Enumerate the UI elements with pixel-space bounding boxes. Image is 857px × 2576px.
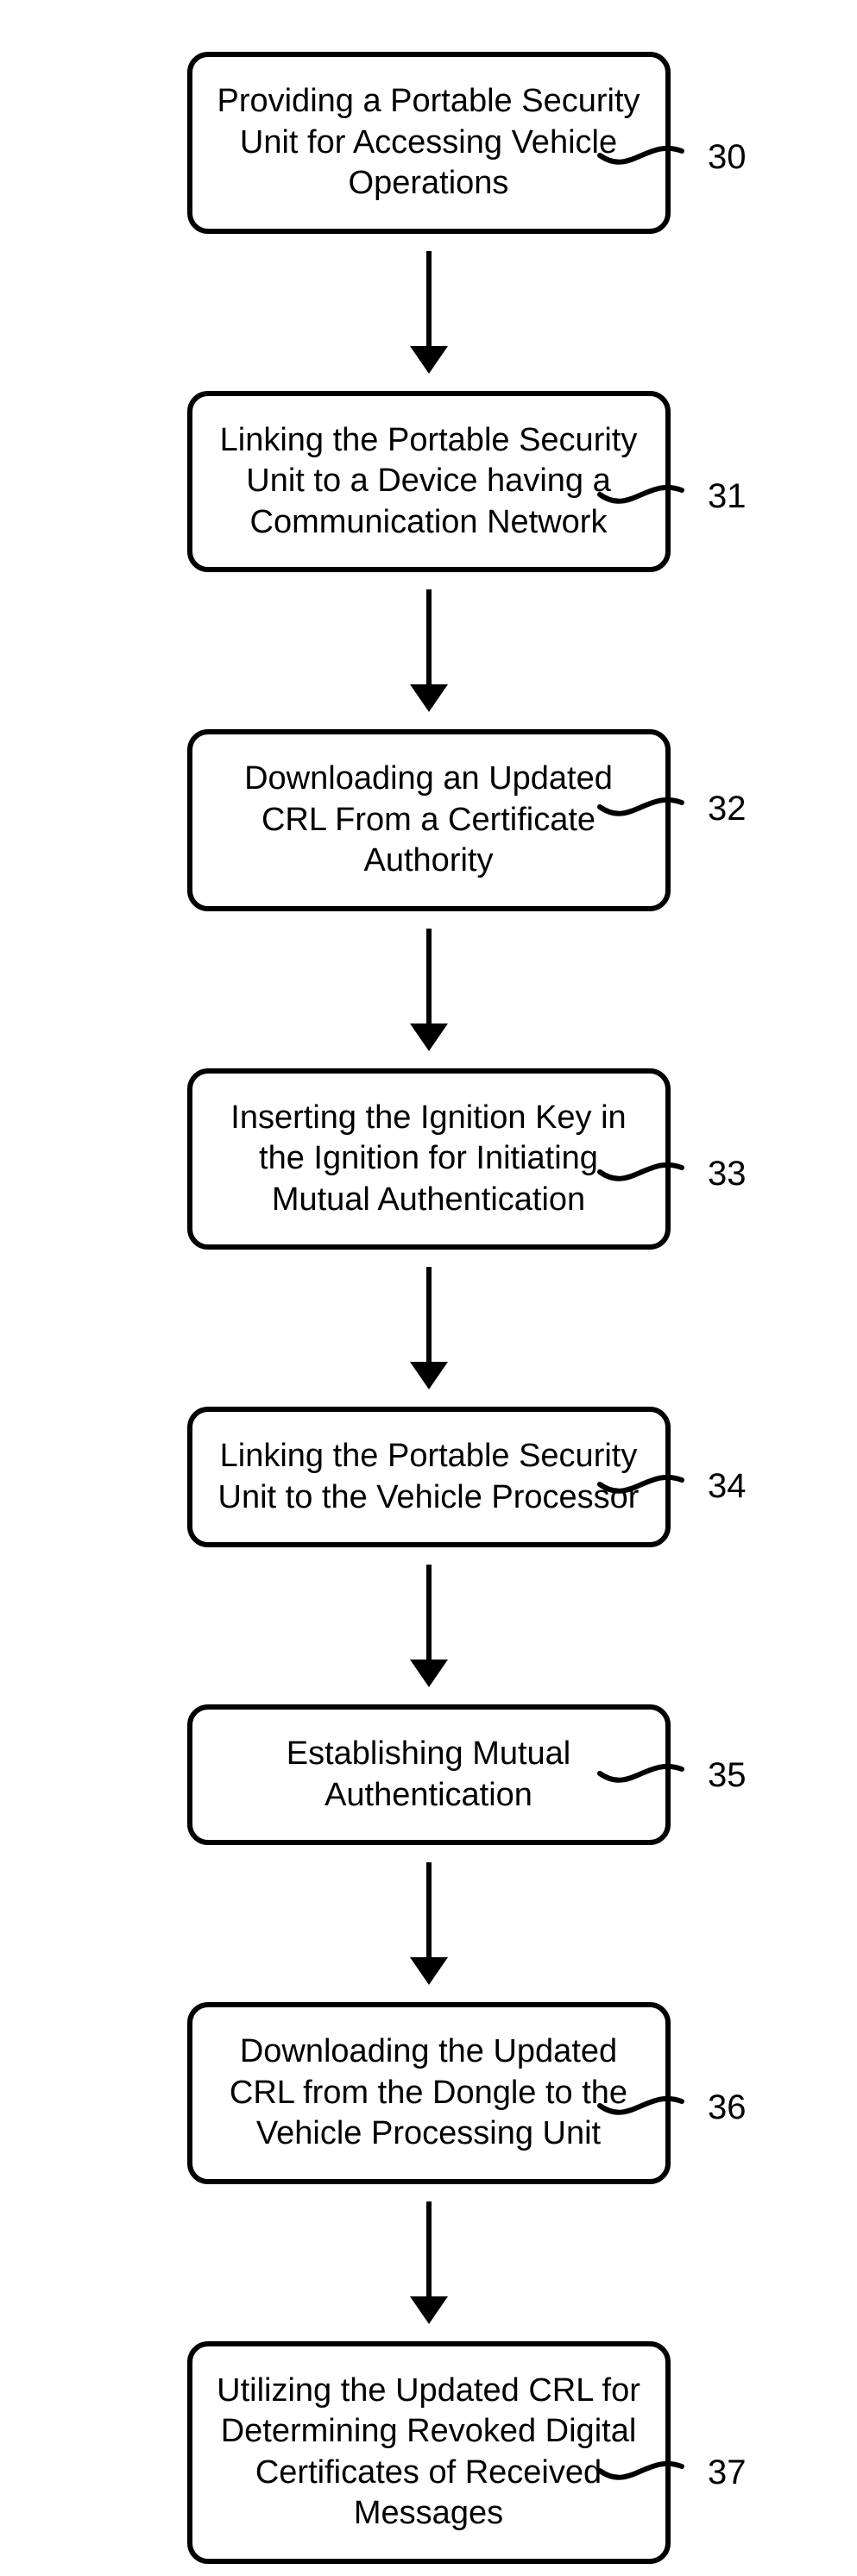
flow-node-36: Downloading the Updated CRL from the Don… bbox=[0, 2002, 857, 2184]
flow-label: 35 bbox=[708, 1756, 747, 1795]
arrow-down-icon bbox=[410, 1565, 448, 1687]
flow-node-37: Utilizing the Updated CRL for Determinin… bbox=[0, 2341, 857, 2564]
flow-box: Linking the Portable Security Unit to a … bbox=[187, 391, 671, 573]
flow-box: Inserting the Ignition Key in the Igniti… bbox=[187, 1068, 671, 1250]
flow-box: Linking the Portable Security Unit to th… bbox=[187, 1407, 671, 1547]
flow-box-text: Establishing Mutual Authentication bbox=[287, 1735, 571, 1813]
flow-label: 34 bbox=[708, 1467, 747, 1506]
flow-node-34: Linking the Portable Security Unit to th… bbox=[0, 1407, 857, 1547]
arrow-down-icon bbox=[410, 929, 448, 1051]
flow-node-35: Establishing Mutual Authentication 35 bbox=[0, 1704, 857, 1845]
flow-box-text: Downloading an Updated CRL From a Certif… bbox=[244, 760, 613, 879]
arrow-down-icon bbox=[410, 2201, 448, 2324]
arrow-down-icon bbox=[410, 1267, 448, 1389]
flow-box-text: Linking the Portable Security Unit to th… bbox=[218, 1438, 640, 1515]
flow-label: 30 bbox=[708, 138, 747, 177]
flow-node-33: Inserting the Ignition Key in the Igniti… bbox=[0, 1068, 857, 1250]
flow-label: 36 bbox=[708, 2088, 747, 2127]
flow-box: Establishing Mutual Authentication bbox=[187, 1704, 671, 1845]
flow-box-text: Providing a Portable Security Unit for A… bbox=[217, 83, 640, 201]
flow-node-32: Downloading an Updated CRL From a Certif… bbox=[0, 729, 857, 911]
flow-label: 31 bbox=[708, 477, 747, 516]
flow-box-text: Inserting the Ignition Key in the Igniti… bbox=[230, 1099, 626, 1218]
flowchart-canvas: Providing a Portable Security Unit for A… bbox=[0, 0, 857, 2576]
flow-box-text: Utilizing the Updated CRL for Determinin… bbox=[217, 2372, 640, 2532]
flow-box: Downloading an Updated CRL From a Certif… bbox=[187, 729, 671, 911]
flow-label: 32 bbox=[708, 790, 747, 828]
arrow-down-icon bbox=[410, 589, 448, 712]
flow-box: Downloading the Updated CRL from the Don… bbox=[187, 2002, 671, 2184]
flow-label: 33 bbox=[708, 1155, 747, 1194]
arrow-down-icon bbox=[410, 1862, 448, 1985]
flow-box: Providing a Portable Security Unit for A… bbox=[187, 52, 671, 234]
flow-box-text: Downloading the Updated CRL from the Don… bbox=[230, 2033, 627, 2151]
flow-label: 37 bbox=[708, 2453, 747, 2492]
flow-box-text: Linking the Portable Security Unit to a … bbox=[220, 422, 638, 540]
arrow-down-icon bbox=[410, 251, 448, 374]
flow-box: Utilizing the Updated CRL for Determinin… bbox=[187, 2341, 671, 2564]
flow-node-31: Linking the Portable Security Unit to a … bbox=[0, 391, 857, 573]
flowchart-column: Providing a Portable Security Unit for A… bbox=[0, 52, 857, 2564]
flow-node-30: Providing a Portable Security Unit for A… bbox=[0, 52, 857, 234]
